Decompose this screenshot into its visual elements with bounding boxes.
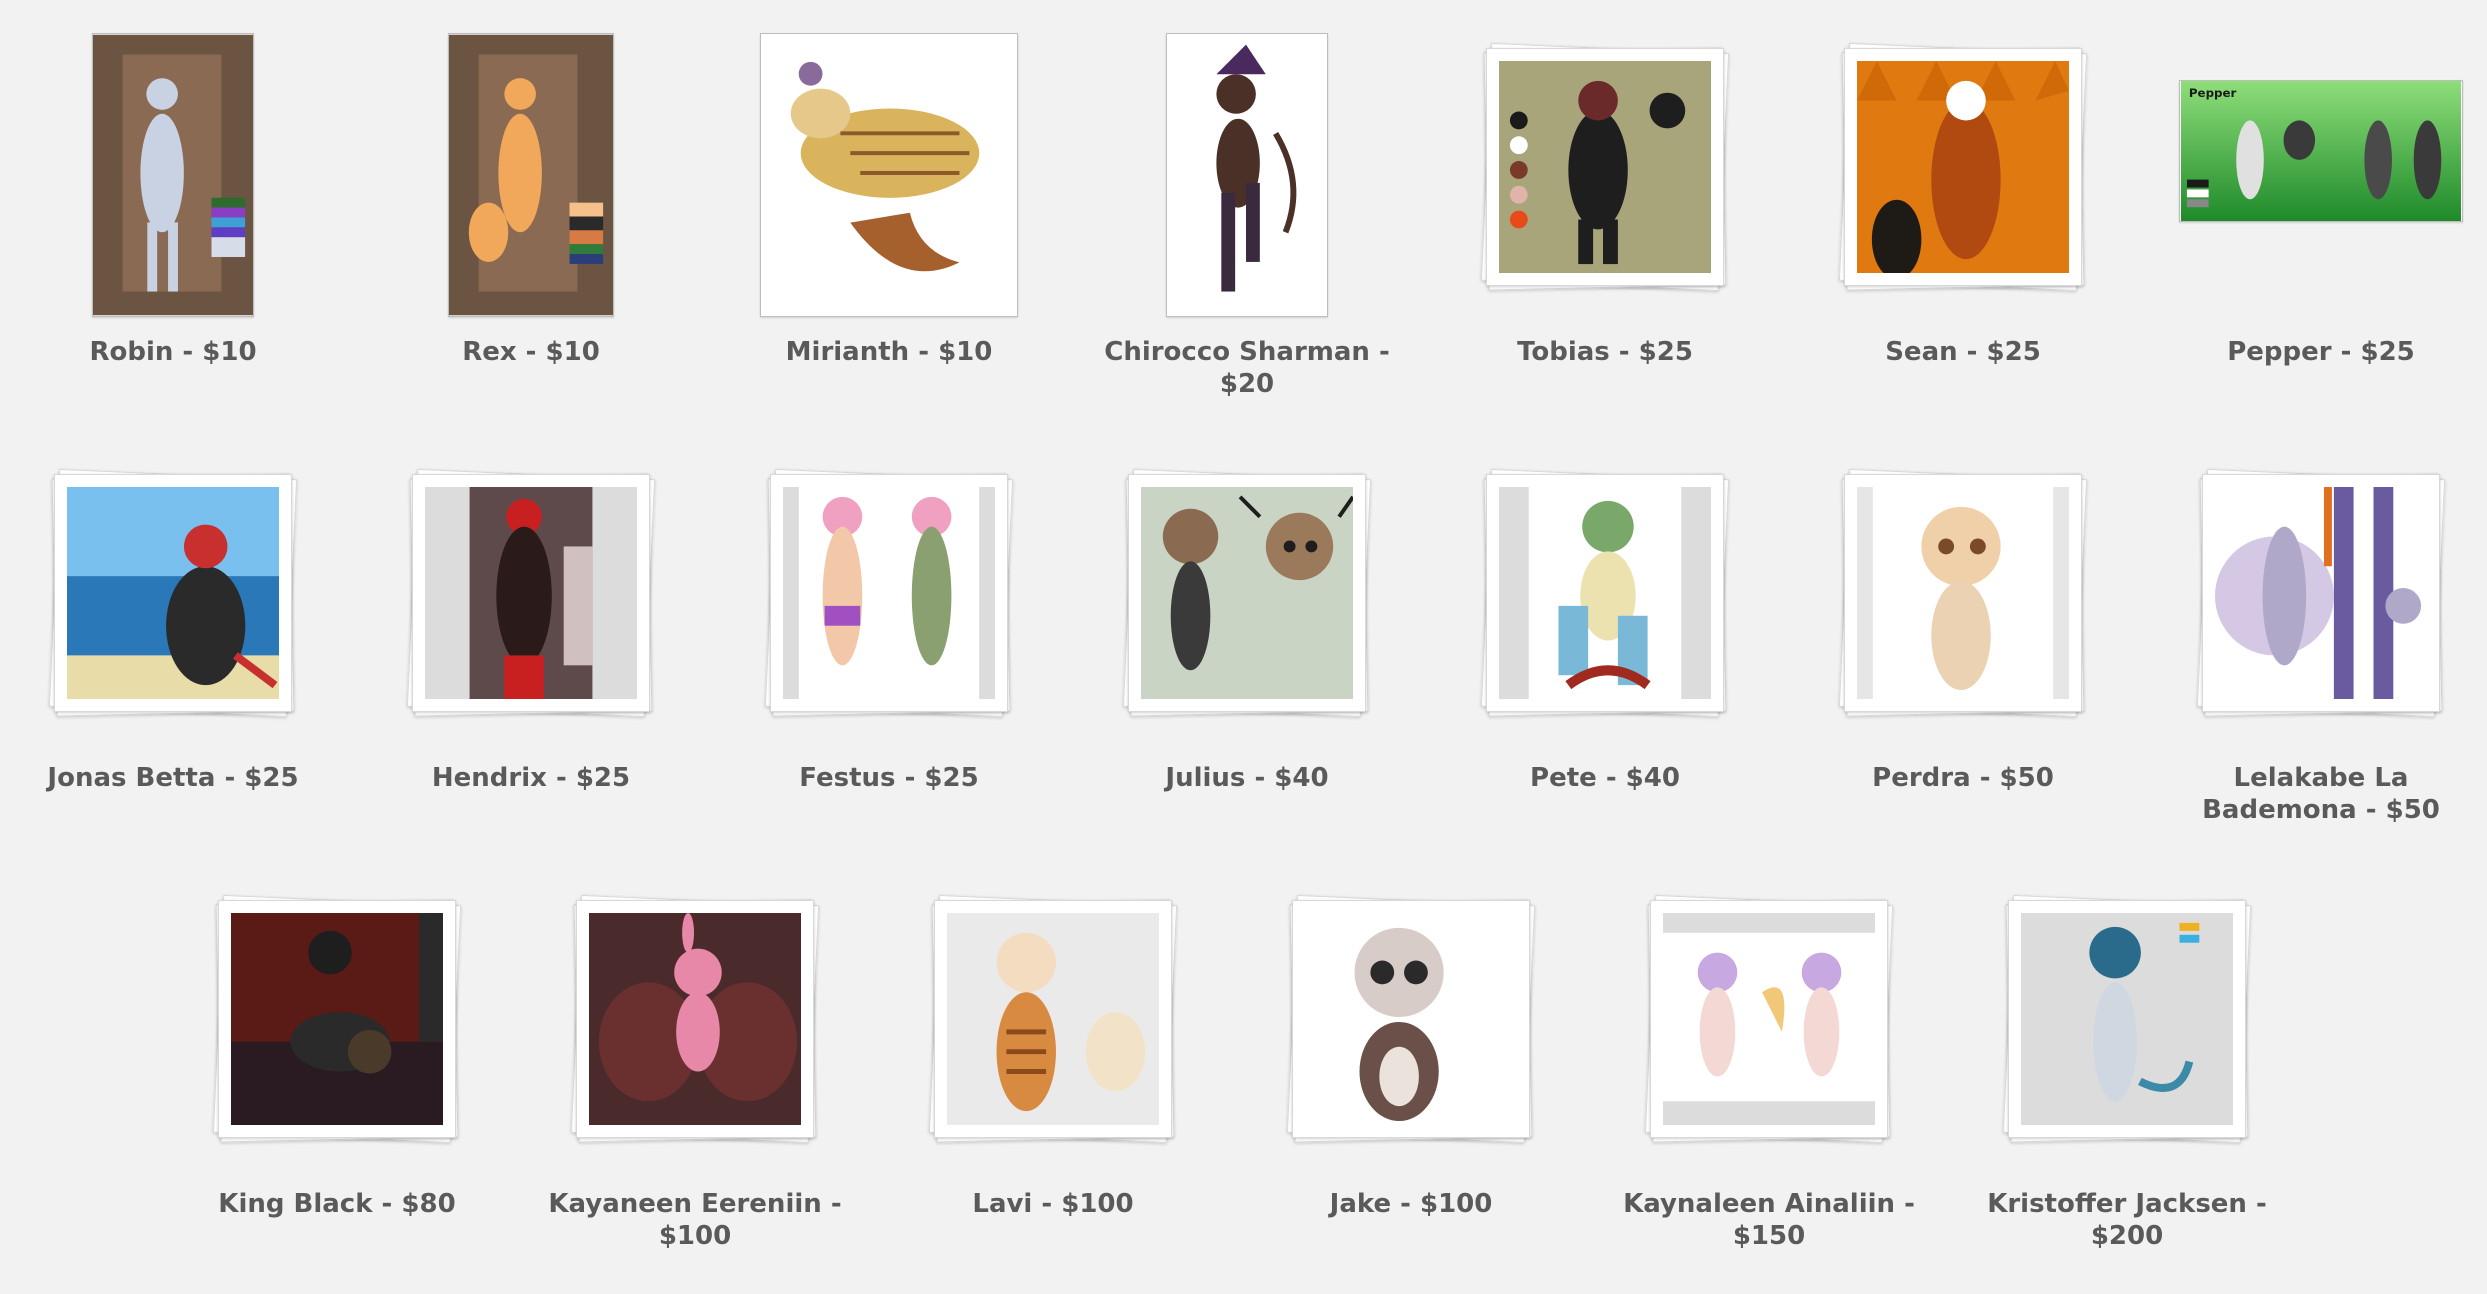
gallery-item-jake[interactable]: Jake - $100 — [1246, 882, 1576, 1220]
gallery-item-king-black[interactable]: King Black - $80 — [172, 882, 502, 1220]
pepper-thumbnail[interactable]: Pepper — [2179, 80, 2463, 222]
gallery-item-perdra[interactable]: Perdra - $50 — [1798, 456, 2128, 794]
rex-art — [449, 34, 613, 316]
gallery-item-rex[interactable]: Rex - $10 — [366, 30, 696, 368]
item-caption[interactable]: Lavi - $100 — [888, 1188, 1218, 1220]
gallery-item-kaynaleen[interactable]: Kaynaleen Ainaliin - $150 — [1604, 882, 1934, 1252]
item-caption[interactable]: Kristoffer Jacksen - $200 — [1962, 1188, 2292, 1252]
item-caption[interactable]: Tobias - $25 — [1440, 336, 1770, 368]
gallery-item-pete[interactable]: Pete - $40 — [1440, 456, 1770, 794]
item-caption[interactable]: Julius - $40 — [1082, 762, 1412, 794]
mirianth-thumbnail[interactable] — [760, 33, 1018, 317]
sean-art — [1857, 61, 2069, 273]
gallery-item-kristoffer[interactable]: Kristoffer Jacksen - $200 — [1962, 882, 2292, 1252]
pete-art — [1499, 487, 1711, 699]
robin-art — [93, 34, 253, 316]
rex-thumbnail[interactable] — [448, 33, 614, 317]
item-caption[interactable]: Chirocco Sharman - $20 — [1082, 336, 1412, 400]
lelakabe-thumbnail[interactable] — [2202, 474, 2440, 712]
perdra-thumbnail[interactable] — [1844, 474, 2082, 712]
jake-art — [1305, 913, 1517, 1125]
gallery-item-festus[interactable]: Festus - $25 — [724, 456, 1054, 794]
kaynaleen-art — [1663, 913, 1875, 1125]
tobias-art — [1499, 61, 1711, 273]
gallery-item-kayaneen[interactable]: Kayaneen Eereniin - $100 — [530, 882, 860, 1252]
tobias-thumbnail[interactable] — [1486, 48, 1724, 286]
hendrix-thumbnail[interactable] — [412, 474, 650, 712]
pete-thumbnail[interactable] — [1486, 474, 1724, 712]
gallery-item-pepper[interactable]: Pepper Pepper - $25 — [2156, 30, 2486, 368]
item-caption[interactable]: King Black - $80 — [172, 1188, 502, 1220]
item-caption[interactable]: Perdra - $50 — [1798, 762, 2128, 794]
gallery-item-robin[interactable]: Robin - $10 — [8, 30, 338, 368]
kaynaleen-thumbnail[interactable] — [1650, 900, 1888, 1138]
gallery-item-jonas-betta[interactable]: Jonas Betta - $25 — [8, 456, 338, 794]
item-caption[interactable]: Pepper - $25 — [2156, 336, 2486, 368]
sean-thumbnail[interactable] — [1844, 48, 2082, 286]
mirianth-art — [761, 34, 1017, 316]
gallery-item-mirianth[interactable]: Mirianth - $10 — [724, 30, 1054, 368]
item-caption[interactable]: Mirianth - $10 — [724, 336, 1054, 368]
festus-thumbnail[interactable] — [770, 474, 1008, 712]
lavi-thumbnail[interactable] — [934, 900, 1172, 1138]
king-black-thumbnail[interactable] — [218, 900, 456, 1138]
kayaneen-art — [589, 913, 801, 1125]
chirocco-art — [1167, 34, 1327, 316]
king-black-art — [231, 913, 443, 1125]
lelakabe-art — [2215, 487, 2427, 699]
jonas-art — [67, 487, 279, 699]
item-caption[interactable]: Festus - $25 — [724, 762, 1054, 794]
gallery-item-hendrix[interactable]: Hendrix - $25 — [366, 456, 696, 794]
item-caption[interactable]: Jake - $100 — [1246, 1188, 1576, 1220]
item-caption[interactable]: Rex - $10 — [366, 336, 696, 368]
perdra-art — [1857, 487, 2069, 699]
jake-thumbnail[interactable] — [1292, 900, 1530, 1138]
chirocco-thumbnail[interactable] — [1166, 33, 1328, 317]
gallery-item-chirocco[interactable]: Chirocco Sharman - $20 — [1082, 30, 1412, 400]
item-caption[interactable]: Lelakabe La Bademona - $50 — [2156, 762, 2486, 826]
lavi-art — [947, 913, 1159, 1125]
item-caption[interactable]: Sean - $25 — [1798, 336, 2128, 368]
item-caption[interactable]: Kaynaleen Ainaliin - $150 — [1604, 1188, 1934, 1252]
hendrix-art — [425, 487, 637, 699]
gallery-item-sean[interactable]: Sean - $25 — [1798, 30, 2128, 368]
gallery-item-lelakabe[interactable]: Lelakabe La Bademona - $50 — [2156, 456, 2486, 826]
gallery-item-tobias[interactable]: Tobias - $25 — [1440, 30, 1770, 368]
kayaneen-thumbnail[interactable] — [576, 900, 814, 1138]
jonas-betta-thumbnail[interactable] — [54, 474, 292, 712]
pepper-art-text: Pepper — [2189, 86, 2237, 100]
festus-art — [783, 487, 995, 699]
pepper-art: Pepper — [2181, 81, 2461, 221]
gallery-item-lavi[interactable]: Lavi - $100 — [888, 882, 1218, 1220]
gallery-item-julius[interactable]: Julius - $40 — [1082, 456, 1412, 794]
item-caption[interactable]: Robin - $10 — [8, 336, 338, 368]
robin-thumbnail[interactable] — [92, 33, 254, 317]
item-caption[interactable]: Jonas Betta - $25 — [8, 762, 338, 794]
julius-art — [1141, 487, 1353, 699]
item-caption[interactable]: Pete - $40 — [1440, 762, 1770, 794]
julius-thumbnail[interactable] — [1128, 474, 1366, 712]
kristoffer-thumbnail[interactable] — [2008, 900, 2246, 1138]
kristoffer-art — [2021, 913, 2233, 1125]
item-caption[interactable]: Hendrix - $25 — [366, 762, 696, 794]
item-caption[interactable]: Kayaneen Eereniin - $100 — [530, 1188, 860, 1252]
